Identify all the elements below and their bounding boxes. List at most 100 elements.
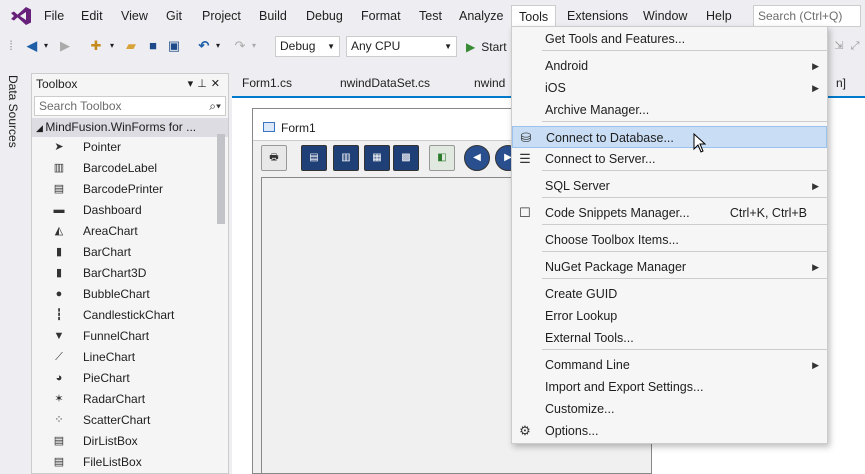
toolbox-item[interactable]: ● BubbleChart [32, 284, 228, 305]
menu-test[interactable]: Test [412, 5, 449, 27]
forward-icon[interactable]: ▶ [57, 37, 73, 55]
start-button[interactable]: ▶ Start [466, 37, 507, 57]
toolbox-group-header[interactable]: ◢ MindFusion.WinForms for ... [32, 118, 228, 137]
toolbox-item[interactable]: ➤ Pointer [32, 137, 228, 158]
fullscreen-icon[interactable]: ⤢ [848, 37, 862, 55]
toolbox-item[interactable]: ⟋ LineChart [32, 347, 228, 368]
tools-menu-item[interactable]: ☰ Connect to Server... [512, 148, 827, 170]
tools-menu-item[interactable]: Archive Manager... [512, 99, 827, 121]
toolbox-item-label: Dashboard [83, 203, 142, 217]
dropdown-icon[interactable]: ▾ [188, 78, 198, 90]
tools-menu-item[interactable]: iOS ▶ [512, 77, 827, 99]
chevron-down-icon[interactable]: ▾ [250, 37, 258, 55]
barcode-icon: ▥ [53, 162, 65, 174]
toolbox-items: ➤ Pointer ▥ BarcodeLabel ▤ BarcodePrinter ▬ Das… [32, 137, 228, 473]
toolbox-scrollbar-thumb[interactable] [217, 134, 225, 224]
tools-menu-item[interactable]: ⚙ Options... [512, 420, 827, 442]
menu-file[interactable]: File [37, 5, 71, 27]
tools-menu-item[interactable]: Error Lookup [512, 305, 827, 327]
tools-menu-item[interactable]: Customize... [512, 398, 827, 420]
toolbox-item-label: BarcodeLabel [83, 161, 158, 175]
menu-build[interactable]: Build [252, 5, 294, 27]
tools-menu-item[interactable]: Get Tools and Features... [512, 28, 827, 50]
menu-format[interactable]: Format [354, 5, 408, 27]
undo-icon[interactable]: ↶ [196, 37, 212, 55]
tools-menu-item[interactable]: NuGet Package Manager ▶ [512, 256, 827, 278]
chevron-down-icon[interactable]: ▾ [108, 37, 116, 55]
toolbox-item[interactable]: ▮ BarChart [32, 242, 228, 263]
new-project-icon[interactable]: ✚ [88, 37, 104, 55]
chevron-down-icon[interactable]: ▾ [42, 37, 50, 55]
search-box[interactable]: Search (Ctrl+Q) [753, 5, 861, 27]
previous-icon[interactable]: ◀ [464, 145, 490, 171]
toolbox-item[interactable]: ▤ BarcodePrinter [32, 179, 228, 200]
pin-icon[interactable]: ⊥ [197, 78, 211, 90]
menu-extensions[interactable]: Extensions [560, 5, 635, 27]
tab-nwind[interactable]: nwind [464, 73, 515, 95]
toolbox-item[interactable]: ▤ DirListBox [32, 431, 228, 452]
tab-form1-cs[interactable]: Form1.cs [232, 73, 302, 95]
tools-menu-item[interactable]: Import and Export Settings... [512, 376, 827, 398]
menu-view[interactable]: View [114, 5, 155, 27]
tools-menu-item[interactable]: Create GUID [512, 283, 827, 305]
open-folder-icon[interactable]: ▰ [123, 37, 139, 55]
chevron-down-icon: ▼ [327, 42, 335, 51]
funnel-chart-icon: ▼ [53, 330, 65, 342]
tools-menu-item-label: External Tools... [545, 331, 634, 345]
dir-listbox-icon: ▤ [53, 435, 65, 447]
tools-menu-item-label: Options... [545, 424, 599, 438]
tab-nwind-dataset-cs[interactable]: nwindDataSet.cs [330, 73, 440, 95]
toolbox-item[interactable]: ▼ FunnelChart [32, 326, 228, 347]
tools-menu-item[interactable]: Command Line ▶ [512, 354, 827, 376]
two-pages-icon[interactable]: ▥ [333, 145, 359, 171]
solution-config-select[interactable]: Debug ▼ [275, 36, 340, 57]
page-icon[interactable]: ▤ [301, 145, 327, 171]
tools-menu-item[interactable]: Choose Toolbox Items... [512, 229, 827, 251]
printer-icon[interactable]: 🖶 [261, 145, 287, 171]
tab-design[interactable]: n] [826, 73, 856, 95]
toolbox-item[interactable]: ▬ Dashboard [32, 200, 228, 221]
tools-menu-item-label: Import and Export Settings... [545, 380, 704, 394]
toolbox-item[interactable]: ▤ FileListBox [32, 452, 228, 473]
menu-analyze[interactable]: Analyze [452, 5, 510, 27]
search-icon[interactable]: ⌕▾ [209, 97, 221, 115]
data-sources-tab[interactable]: Data Sources [6, 75, 20, 148]
toolbar-grip-icon: ⁞ [9, 38, 13, 53]
platform-value: Any CPU [351, 39, 401, 53]
six-pages-icon[interactable]: ▩ [393, 145, 419, 171]
menu-edit[interactable]: Edit [74, 5, 110, 27]
toolbox-item-label: PieChart [83, 371, 130, 385]
back-icon[interactable]: ◀ [24, 37, 40, 55]
tools-menu-item[interactable]: Android ▶ [512, 55, 827, 77]
close-icon[interactable]: ✕ [211, 78, 224, 90]
live-share-icon[interactable]: ⇲ [832, 37, 846, 55]
toolbox-item[interactable]: ✶ RadarChart [32, 389, 228, 410]
menu-separator [542, 349, 827, 350]
toolbox-item[interactable]: ◭ AreaChart [32, 221, 228, 242]
toolbox-item[interactable]: ▮ BarChart3D [32, 263, 228, 284]
tools-menu-item[interactable]: External Tools... [512, 327, 827, 349]
tools-menu-item[interactable]: ☐ Code Snippets Manager... Ctrl+K, Ctrl+B [512, 202, 827, 224]
toolbox-search-input[interactable]: Search Toolbox ⌕▾ [34, 96, 226, 116]
menu-window[interactable]: Window [636, 5, 694, 27]
menu-project[interactable]: Project [195, 5, 248, 27]
toolbox-item-label: BarcodePrinter [83, 182, 164, 196]
four-pages-icon[interactable]: ▦ [364, 145, 390, 171]
menu-git[interactable]: Git [159, 5, 189, 27]
chevron-down-icon[interactable]: ▾ [214, 37, 222, 55]
layout-icon[interactable]: ◧ [429, 145, 455, 171]
redo-icon[interactable]: ↷ [232, 37, 248, 55]
menu-debug[interactable]: Debug [299, 5, 350, 27]
platform-select[interactable]: Any CPU ▼ [346, 36, 457, 57]
save-all-icon[interactable]: ▣ [166, 37, 182, 55]
toolbox-item[interactable]: ◕ PieChart [32, 368, 228, 389]
visual-studio-logo-icon[interactable] [10, 6, 32, 26]
toolbox-item[interactable]: ▥ BarcodeLabel [32, 158, 228, 179]
menu-help[interactable]: Help [699, 5, 739, 27]
toolbox-item[interactable]: ⁘ ScatterChart [32, 410, 228, 431]
toolbox-item[interactable]: ┇ CandlestickChart [32, 305, 228, 326]
save-icon[interactable]: ■ [145, 37, 161, 55]
tools-menu-item[interactable]: ⛁ Connect to Database... [512, 126, 827, 148]
barcode-printer-icon: ▤ [53, 183, 65, 195]
tools-menu-item[interactable]: SQL Server ▶ [512, 175, 827, 197]
